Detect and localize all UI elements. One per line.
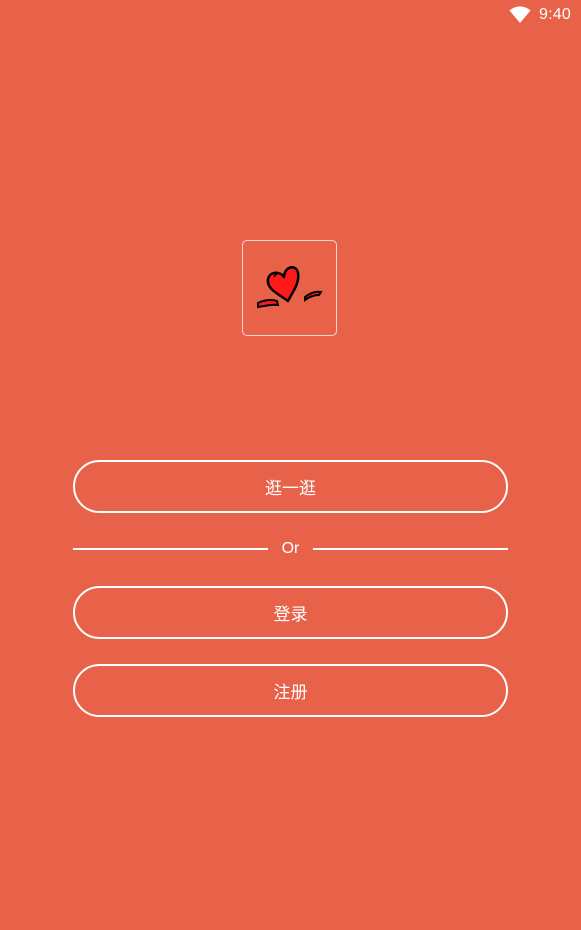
wifi-icon [509,6,531,24]
register-button[interactable]: 注册 [73,664,508,717]
register-button-label: 注册 [273,683,308,703]
divider-line-left [73,548,268,550]
status-time: 9:40 [539,6,571,23]
browse-button[interactable]: 逛一逛 [73,460,508,513]
heart-logo-icon [250,251,330,325]
browse-button-label: 逛一逛 [265,479,316,499]
divider-line-right [313,548,508,550]
or-divider: Or [73,538,508,560]
login-button-label: 登录 [273,605,308,625]
login-button[interactable]: 登录 [73,586,508,639]
status-bar: 9:40 [509,0,581,30]
divider-text: Or [281,540,300,557]
app-logo [242,240,337,336]
